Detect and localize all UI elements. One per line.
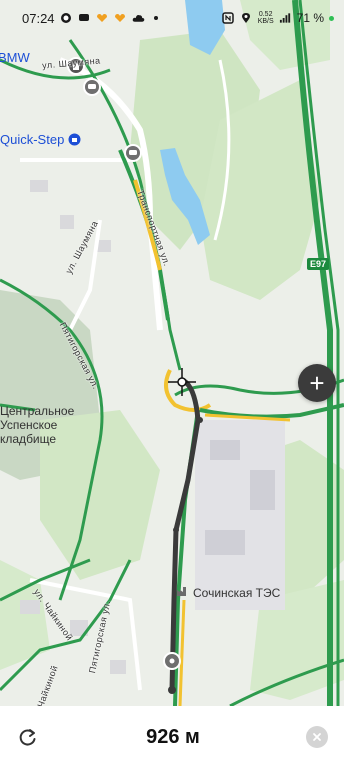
route-waypoint xyxy=(197,417,203,423)
network-speed-unit: KB/S xyxy=(257,18,274,25)
building xyxy=(30,180,48,192)
battery-level: 71 % xyxy=(296,11,324,25)
poi-quickstep-label: Quick-Step xyxy=(0,132,65,147)
message-icon xyxy=(78,12,91,25)
more-dot-icon xyxy=(150,12,163,25)
cloud-icon xyxy=(132,12,145,25)
building xyxy=(20,600,40,614)
location-pin-icon xyxy=(240,12,253,25)
road-shield: E97 xyxy=(307,258,330,270)
area-label-line: Успенское xyxy=(0,418,58,432)
close-icon xyxy=(313,733,321,741)
nfc-icon xyxy=(222,12,235,25)
forest-area xyxy=(0,560,50,670)
chat-icon xyxy=(60,12,73,25)
chat-pin-icon[interactable] xyxy=(83,78,101,96)
network-speed-value: 0.52 xyxy=(258,11,273,18)
status-time: 07:24 xyxy=(22,10,55,26)
chat-pin-icon[interactable] xyxy=(124,144,142,162)
status-bar: 07:24 0.52 KB/S 71 % xyxy=(0,0,344,36)
poi-tes-label: Сочинская ТЭС xyxy=(193,586,281,600)
reroute-icon[interactable] xyxy=(16,725,40,749)
heart-icon xyxy=(96,12,109,25)
zoom-in-button[interactable]: + xyxy=(298,364,336,402)
signal-icon xyxy=(279,12,292,25)
area-label-line: Центральное xyxy=(0,404,75,418)
notification-dot-icon xyxy=(329,15,334,21)
building xyxy=(210,440,240,460)
area-label-line: кладбище xyxy=(0,432,57,446)
poi-bmw[interactable]: BMW xyxy=(0,50,30,65)
route-distance: 926 м xyxy=(146,725,200,748)
status-left: 07:24 xyxy=(22,11,163,26)
route-end-point xyxy=(168,686,176,694)
heart-icon xyxy=(114,12,127,25)
poi-bmw-label: BMW xyxy=(0,50,30,65)
area-label-cemetery: Центральное Успенское кладбище xyxy=(0,404,74,446)
traffic-segment xyxy=(178,599,186,706)
building xyxy=(205,530,245,555)
factory-icon xyxy=(176,584,188,602)
network-speed: 0.52 KB/S xyxy=(258,11,274,25)
close-route-button[interactable] xyxy=(305,726,328,748)
map-canvas[interactable] xyxy=(0,0,344,706)
status-right: 0.52 KB/S 71 % xyxy=(222,11,334,25)
route-waypoint xyxy=(173,527,179,533)
route-bottom-bar: 926 м xyxy=(0,706,344,768)
shopping-bag-icon xyxy=(68,133,81,149)
building xyxy=(110,660,126,674)
building xyxy=(250,470,275,510)
poi-tes[interactable]: Сочинская ТЭС xyxy=(176,584,280,602)
route-pin-icon[interactable] xyxy=(163,652,181,670)
poi-quickstep[interactable]: Quick-Step xyxy=(0,132,81,149)
building xyxy=(60,215,74,229)
